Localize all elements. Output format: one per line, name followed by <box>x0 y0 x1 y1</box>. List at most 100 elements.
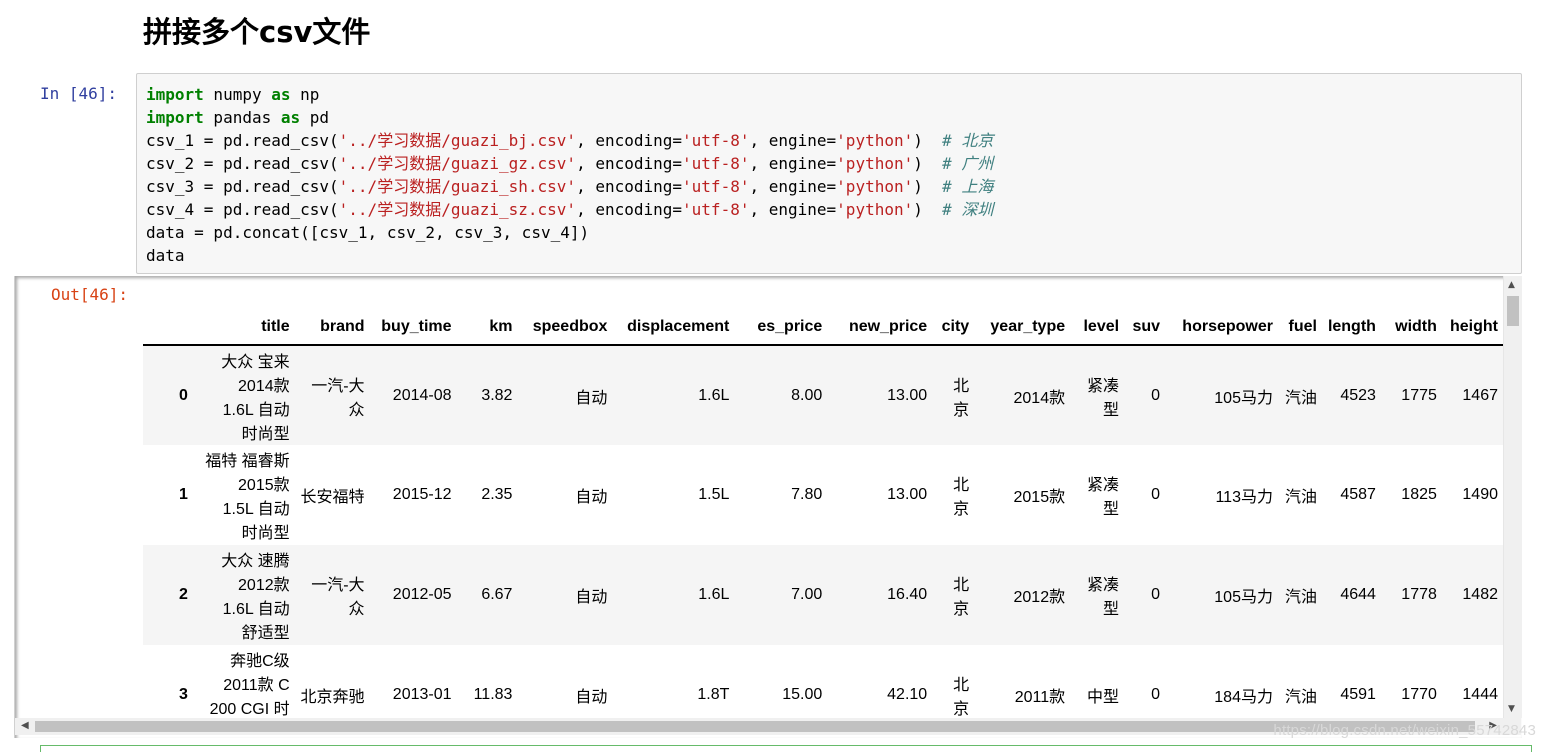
column-header: suv <box>1124 296 1166 346</box>
table-cell: 7.80 <box>791 486 823 503</box>
table-cell: 1.6L <box>612 545 735 645</box>
output-prompt: Out[46]: <box>51 285 129 304</box>
table-cell: 北京 <box>932 345 975 445</box>
code-token: ) <box>913 154 943 173</box>
table-cell: 11.83 <box>473 686 513 703</box>
code-token: csv_1 = pd.read_csv( <box>146 131 339 150</box>
code-line: import numpy as np <box>146 83 1521 106</box>
table-cell: 113马力 <box>1215 489 1273 506</box>
table-cell: 0 <box>1124 345 1166 445</box>
scroll-up-arrow-icon[interactable]: ▲ <box>1508 280 1515 290</box>
table-cell: 1775 <box>1380 345 1442 445</box>
column-header: height <box>1441 296 1503 346</box>
column-header: brand <box>294 296 370 346</box>
next-cell[interactable] <box>40 745 1532 752</box>
code-token: 'utf-8' <box>682 177 750 196</box>
table-cell: 13.00 <box>827 345 933 445</box>
table-cell: 紧凑型 <box>1087 477 1120 518</box>
code-token: , encoding= <box>576 177 683 196</box>
horizontal-scroll-thumb[interactable] <box>35 721 1475 732</box>
code-token: '../学习数据/guazi_sz.csv' <box>338 200 577 219</box>
code-token: # 深圳 <box>942 200 994 219</box>
vertical-scrollbar[interactable]: ▲ ▼ <box>1503 276 1522 718</box>
table-cell: 4523 <box>1321 345 1381 445</box>
code-token: csv_4 = pd.read_csv( <box>146 200 339 219</box>
code-token: , engine= <box>749 177 837 196</box>
code-token: '../学习数据/guazi_gz.csv' <box>338 154 577 173</box>
code-token: 'python' <box>836 177 914 196</box>
scroll-left-arrow-icon[interactable]: ◀ <box>21 720 29 731</box>
code-token: '../学习数据/guazi_sh.csv' <box>338 177 577 196</box>
column-header: length <box>1321 296 1381 346</box>
table-cell: 自动 <box>575 689 608 706</box>
code-token: data <box>146 246 185 265</box>
row-index: 2 <box>143 545 198 645</box>
code-cell-editor[interactable]: import numpy as np import pandas as pd csv… <box>136 73 1522 274</box>
table-cell: 16.40 <box>827 545 933 645</box>
code-token: ) <box>913 177 943 196</box>
table-cell: 0 <box>1151 486 1161 503</box>
code-token: 'utf-8' <box>682 200 750 219</box>
code-token: 'python' <box>836 131 914 150</box>
table-cell: 7.00 <box>734 545 828 645</box>
code-token: np <box>290 85 320 104</box>
table-cell: 2012款 <box>974 545 1071 645</box>
table-cell: 1490 <box>1462 486 1498 503</box>
table-cell: 中型 <box>1087 689 1120 706</box>
dataframe-container: title brand buy_time km speedbox displacement… <box>143 296 1503 717</box>
table-cell: 2015-12 <box>392 486 452 503</box>
code-token: data = pd.concat([csv_1, csv_2, csv_3, c… <box>146 223 590 242</box>
row-index: 3 <box>178 686 188 703</box>
table-cell: 1467 <box>1441 345 1503 445</box>
table-cell: 北京 <box>953 477 970 518</box>
code-token: , engine= <box>749 154 837 173</box>
table-cell: 2013-01 <box>392 686 452 703</box>
vertical-scroll-thumb[interactable] <box>1507 296 1519 326</box>
code-line: csv_4 = pd.read_csv('../学习数据/guazi_sz.cs… <box>146 198 1521 221</box>
code-token: # 广州 <box>942 154 994 173</box>
table-cell: 1482 <box>1441 545 1503 645</box>
column-header: title <box>197 296 295 346</box>
code-token: import <box>146 85 204 104</box>
table-cell: 105马力 <box>1165 345 1278 445</box>
scroll-down-arrow-icon[interactable]: ▼ <box>1508 704 1515 714</box>
table-cell: 105马力 <box>1165 545 1278 645</box>
table-cell: 1.5L <box>698 486 730 503</box>
code-line: import pandas as pd <box>146 106 1521 129</box>
row-index: 0 <box>143 345 198 445</box>
table-cell: 汽油 <box>1277 545 1322 645</box>
table-row: 2 大众 速腾 2012款 1.6L 自动 舒适型 一汽-大众 2012-05 6.67… <box>143 545 1503 645</box>
watermark: https://blog.csdn.net/weixin_55742843 <box>1273 722 1536 739</box>
table-cell: 汽油 <box>1277 345 1322 445</box>
code-token: numpy <box>203 85 272 104</box>
table-cell: 4591 <box>1340 686 1376 703</box>
table-cell: 长安福特 <box>300 489 365 506</box>
table-cell: 紧凑型 <box>1070 345 1125 445</box>
table-cell: 15.00 <box>782 686 823 703</box>
code-line: data <box>146 244 1521 267</box>
table-cell: 北京 <box>953 677 970 717</box>
table-cell: 2015款 <box>1013 489 1066 506</box>
column-header: width <box>1380 296 1442 346</box>
code-line: data = pd.concat([csv_1, csv_2, csv_3, c… <box>146 221 1521 244</box>
table-cell: 13.00 <box>887 486 928 503</box>
code-token: 'utf-8' <box>682 154 750 173</box>
code-token: 'python' <box>836 154 914 173</box>
column-header: es_price <box>734 296 828 346</box>
table-cell: 1.6L <box>612 345 735 445</box>
code-line: csv_3 = pd.read_csv('../学习数据/guazi_sh.cs… <box>146 175 1521 198</box>
table-cell: 汽油 <box>1284 689 1317 706</box>
code-text[interactable]: import numpy as np import pandas as pd csv… <box>137 74 1521 267</box>
table-cell: 3.82 <box>456 345 518 445</box>
table-cell: 自动 <box>517 345 613 445</box>
table-cell: 北京 <box>932 545 975 645</box>
output-area[interactable]: Out[46]: title brand buy_time km speedbox dis… <box>14 276 1522 738</box>
column-header: new_price <box>827 296 933 346</box>
dataframe-table: title brand buy_time km speedbox displacement… <box>143 296 1503 717</box>
table-cell: 0 <box>1151 686 1161 703</box>
table-row: 3 奔驰C级 2011款 C 200 CGI 时尚型北京奔驰 2013-01 11.8… <box>143 645 1503 717</box>
table-cell: 1825 <box>1401 486 1437 503</box>
table-cell: 一汽-大众 <box>294 345 370 445</box>
code-token: # 北京 <box>942 131 994 150</box>
index-header <box>143 296 198 346</box>
